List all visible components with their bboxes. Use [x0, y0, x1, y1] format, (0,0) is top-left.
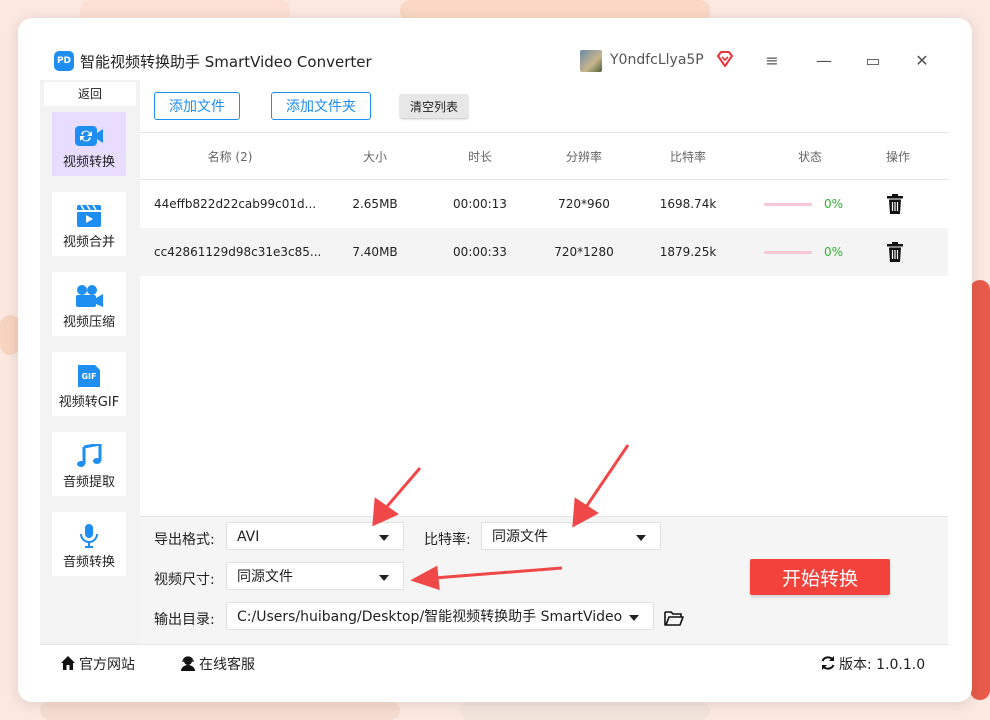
format-select[interactable]: AVI: [226, 522, 404, 550]
format-value: AVI: [237, 529, 260, 545]
avatar[interactable]: [580, 50, 602, 72]
version-label: 版本:: [839, 657, 872, 673]
column-header-duration: 时长: [467, 150, 492, 164]
file-bitrate: 1879.25k: [659, 245, 717, 259]
start-convert-button[interactable]: 开始转换: [750, 559, 890, 595]
size-select[interactable]: 同源文件: [226, 562, 404, 590]
clear-list-button[interactable]: 清空列表: [400, 94, 468, 118]
settings-panel: 导出格式: AVI 比特率: 同源文件 视频尺寸: 同源文件 开始转换 输出目录…: [140, 516, 948, 645]
video-merge-icon: [77, 204, 101, 227]
trash-icon[interactable]: [886, 194, 904, 214]
video-convert-icon: [75, 126, 103, 146]
background-blur: [40, 702, 400, 720]
progress-bar: [764, 203, 812, 206]
file-name: cc42861129d98c31e3c85...: [154, 245, 322, 259]
table-header: 名称 (2) 大小 时长 分辨率 比特率 状态 操作: [140, 133, 948, 180]
sidebar-item-audio-convert[interactable]: 音频转换: [52, 512, 126, 576]
sidebar: 返回 视频转换 视频合并 视频压缩 GIF 视频转GIF 音频提取 音频转换: [40, 80, 140, 644]
app-title: 智能视频转换助手 SmartVideo Converter: [80, 53, 372, 71]
table-row[interactable]: 44effb822d22cab99c01d... 2.65MB 00:00:13…: [140, 180, 948, 228]
main-panel: 添加文件 添加文件夹 清空列表 名称 (2) 大小 时长 分辨率 比特率 状态 …: [140, 80, 948, 645]
video-compress-icon: [76, 285, 103, 307]
support-link[interactable]: 在线客服: [180, 654, 255, 674]
chevron-down-icon: [629, 615, 639, 621]
version-value: 1.0.1.0: [876, 657, 926, 673]
title-bar: PD 智能视频转换助手 SmartVideo Converter Y0ndfcL…: [40, 40, 948, 80]
username[interactable]: Y0ndfcLlya5P: [610, 52, 704, 68]
footer: 官方网站 在线客服 版本: 1.0.1.0: [40, 644, 948, 681]
bitrate-select[interactable]: 同源文件: [481, 522, 661, 550]
app-window: PD 智能视频转换助手 SmartVideo Converter Y0ndfcL…: [40, 40, 948, 681]
sidebar-item-video-merge[interactable]: 视频合并: [52, 192, 126, 256]
bitrate-value: 同源文件: [492, 529, 548, 545]
sidebar-item-label: 视频合并: [62, 235, 115, 250]
close-button[interactable]: ✕: [909, 48, 935, 74]
sidebar-item-video-compress[interactable]: 视频压缩: [52, 272, 126, 336]
music-note-icon: [77, 444, 102, 467]
column-header-bitrate: 比特率: [669, 150, 706, 164]
output-dir-select[interactable]: C:/Users/huibang/Desktop/智能视频转换助手 SmartV…: [226, 602, 654, 630]
sidebar-item-video-convert[interactable]: 视频转换: [52, 112, 126, 176]
back-button[interactable]: 返回: [44, 82, 136, 106]
sidebar-item-label: 视频压缩: [62, 315, 115, 330]
refresh-icon: [821, 656, 835, 670]
maximize-button[interactable]: ▭: [860, 48, 886, 74]
sidebar-item-audio-extract[interactable]: 音频提取: [52, 432, 126, 496]
minimize-button[interactable]: —: [811, 48, 837, 74]
toolbar: 添加文件 添加文件夹 清空列表: [140, 80, 948, 130]
file-bitrate: 1698.74k: [659, 197, 717, 211]
folder-open-icon[interactable]: [664, 609, 684, 627]
website-link[interactable]: 官方网站: [60, 654, 135, 674]
file-table: 名称 (2) 大小 时长 分辨率 比特率 状态 操作 44effb822d22c…: [140, 132, 948, 517]
sidebar-item-label: 视频转GIF: [58, 395, 120, 410]
file-resolution: 720*1280: [554, 245, 614, 259]
progress-bar: [764, 251, 812, 254]
file-size: 7.40MB: [352, 245, 398, 259]
file-duration: 00:00:33: [453, 245, 507, 259]
column-header-actions: 操作: [885, 150, 910, 164]
add-folder-button[interactable]: 添加文件夹: [271, 92, 371, 120]
file-resolution: 720*960: [558, 197, 610, 211]
progress-percent: 0%: [824, 245, 844, 259]
column-header-resolution: 分辨率: [565, 150, 602, 164]
output-dir-value: C:/Users/huibang/Desktop/智能视频转换助手 SmartV…: [237, 609, 623, 625]
support-label: 在线客服: [199, 657, 255, 673]
sidebar-item-video-gif[interactable]: GIF 视频转GIF: [52, 352, 126, 416]
gif-icon: GIF: [78, 365, 100, 387]
bitrate-label: 比特率:: [424, 532, 471, 548]
home-icon: [61, 656, 75, 670]
website-label: 官方网站: [79, 657, 135, 673]
chevron-down-icon: [379, 535, 389, 541]
version-info[interactable]: 版本: 1.0.1.0: [820, 654, 925, 674]
format-label: 导出格式:: [154, 532, 215, 548]
table-row[interactable]: cc42861129d98c31e3c85... 7.40MB 00:00:33…: [140, 228, 948, 276]
size-value: 同源文件: [237, 569, 293, 585]
menu-button[interactable]: ≡: [759, 48, 785, 74]
progress-percent: 0%: [824, 197, 844, 211]
file-name: 44effb822d22cab99c01d...: [154, 197, 317, 211]
chevron-down-icon: [636, 535, 646, 541]
window-frame: PD 智能视频转换助手 SmartVideo Converter Y0ndfcL…: [18, 18, 972, 702]
column-header-size: 大小: [362, 150, 387, 164]
background-blur: [460, 702, 710, 720]
column-header-status: 状态: [797, 150, 822, 164]
output-label: 输出目录:: [154, 612, 215, 628]
trash-icon[interactable]: [886, 242, 904, 262]
file-size: 2.65MB: [352, 197, 398, 211]
vip-diamond-icon[interactable]: [716, 50, 734, 68]
background-blur: [970, 280, 990, 700]
sidebar-item-label: 视频转换: [62, 155, 115, 170]
sidebar-item-label: 音频转换: [62, 555, 115, 570]
column-header-name[interactable]: 名称 (2): [170, 148, 290, 165]
background-blur: [0, 315, 20, 355]
sidebar-item-label: 音频提取: [62, 475, 115, 490]
svg-text:GIF: GIF: [81, 372, 96, 381]
microphone-icon: [80, 524, 98, 548]
file-duration: 00:00:13: [453, 197, 507, 211]
chevron-down-icon: [379, 575, 389, 581]
customer-service-icon: [181, 656, 195, 671]
size-label: 视频尺寸:: [154, 572, 215, 588]
app-logo-icon: PD: [54, 51, 74, 71]
add-file-button[interactable]: 添加文件: [154, 92, 240, 120]
